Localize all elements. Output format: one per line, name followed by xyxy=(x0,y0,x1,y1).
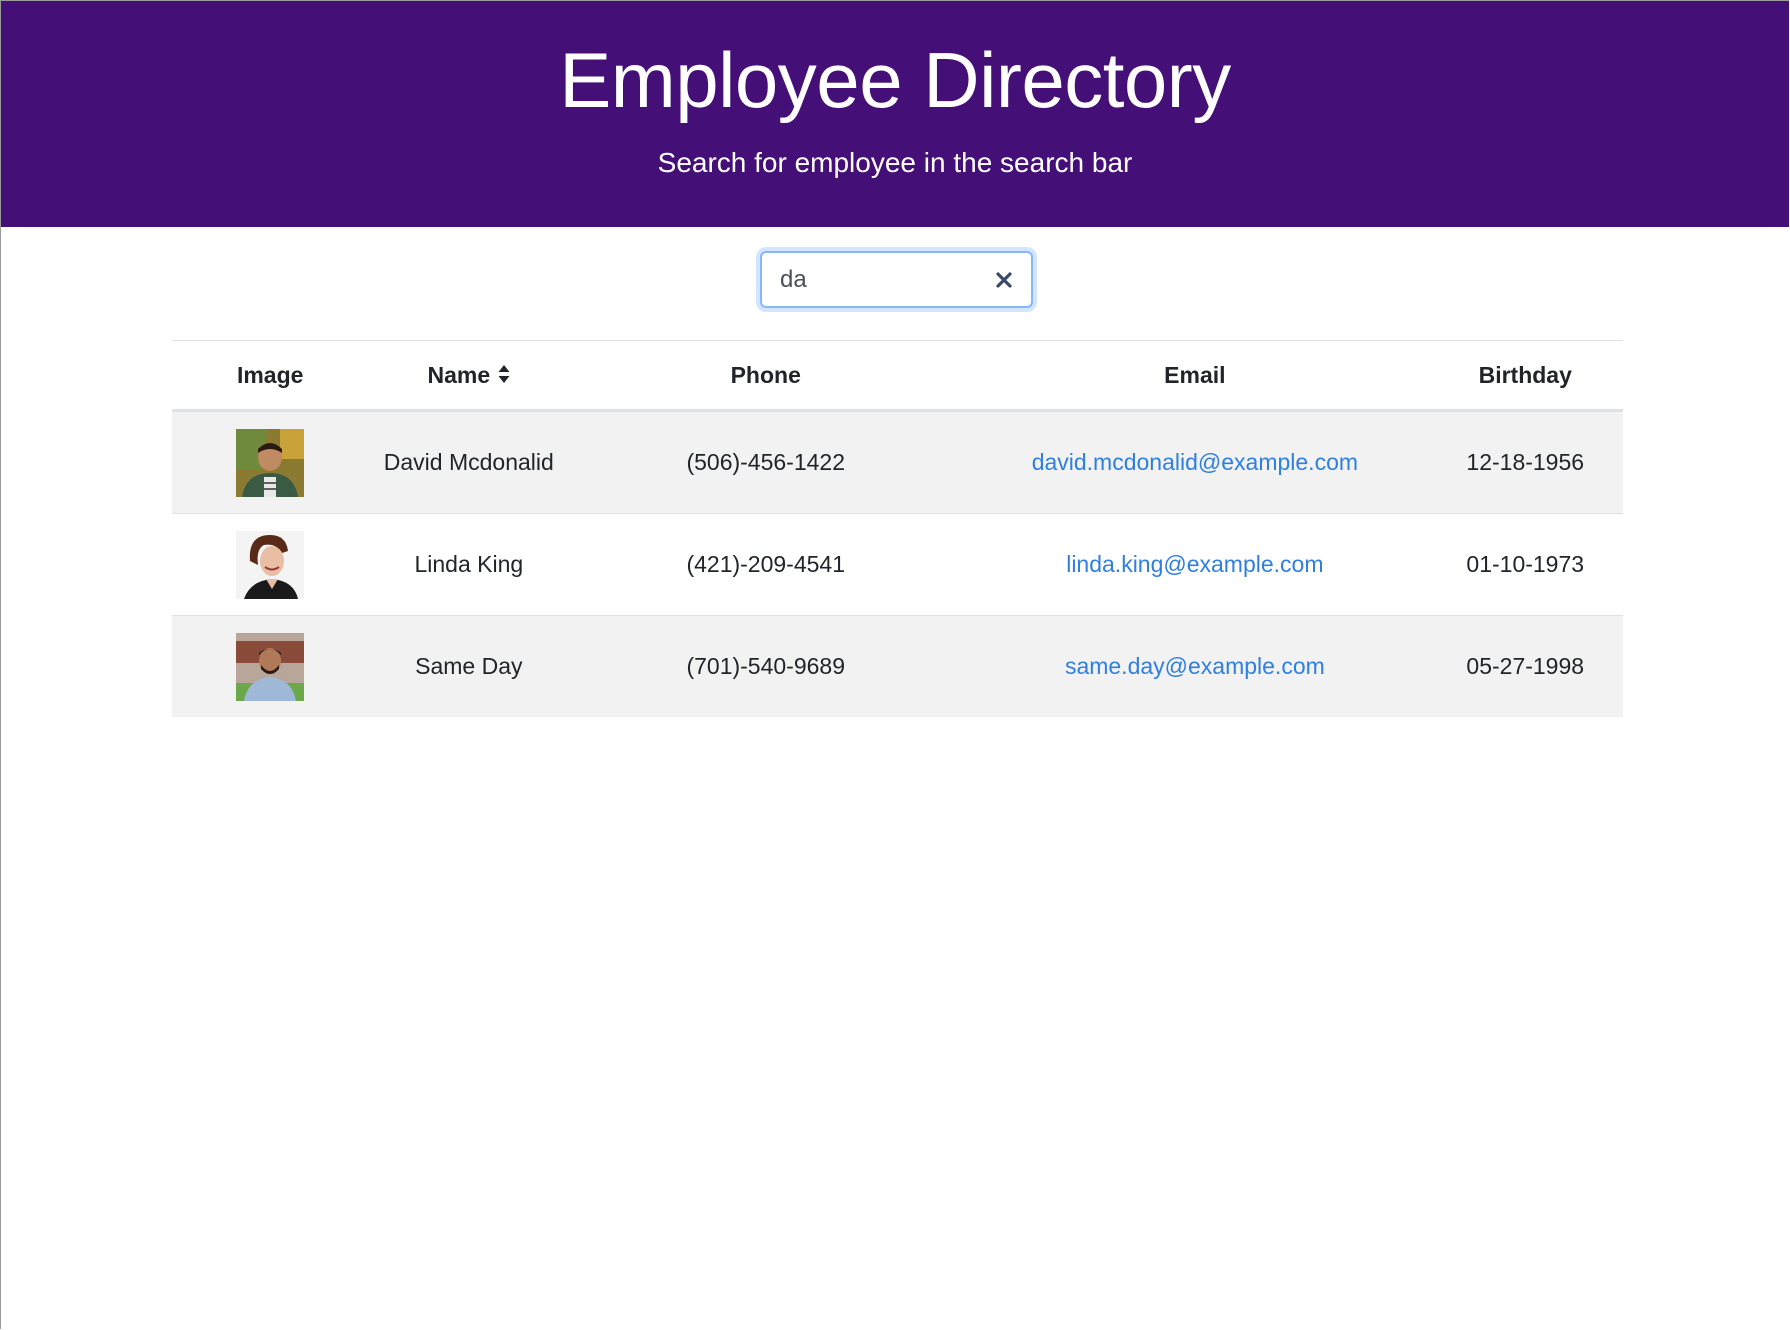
table-header: Image Name Phone Email Birthday xyxy=(172,340,1623,412)
table-header-row: Image Name Phone Email Birthday xyxy=(172,340,1623,412)
image-cell xyxy=(172,513,369,616)
name-cell: Same Day xyxy=(368,615,570,717)
employee-table: Image Name Phone Email Birthday David Mc… xyxy=(172,340,1623,717)
column-header-image: Image xyxy=(172,340,369,412)
phone-cell: (421)-209-4541 xyxy=(569,513,963,616)
column-header-name[interactable]: Name xyxy=(368,340,570,412)
phone-cell: (506)-456-1422 xyxy=(569,410,963,514)
email-cell: david.mcdonalid@example.com xyxy=(962,410,1428,514)
image-cell xyxy=(172,615,369,717)
table-row: Same Day (701)-540-9689 same.day@example… xyxy=(172,615,1623,717)
name-cell: Linda King xyxy=(368,513,570,616)
search-box xyxy=(760,251,1033,308)
page-subtitle: Search for employee in the search bar xyxy=(657,147,1133,178)
page-title: Employee Directory xyxy=(559,36,1231,124)
man-portrait-outdoors-icon xyxy=(236,428,305,497)
man-portrait-street-icon xyxy=(236,632,305,701)
image-cell xyxy=(172,410,369,514)
search-input[interactable] xyxy=(762,253,1031,306)
woman-portrait-icon xyxy=(236,530,305,599)
header-banner: Employee Directory Search for employee i… xyxy=(1,1,1789,227)
birthday-cell: 12-18-1956 xyxy=(1427,410,1623,514)
table-row: David Mcdonalid (506)-456-1422 david.mcd… xyxy=(172,410,1623,514)
employee-table-container: Image Name Phone Email Birthday David Mc… xyxy=(172,340,1623,717)
email-cell: same.day@example.com xyxy=(962,615,1428,717)
email-link[interactable]: same.day@example.com xyxy=(1065,653,1325,679)
page: Employee Directory Search for employee i… xyxy=(0,0,1789,1329)
column-header-birthday: Birthday xyxy=(1427,340,1623,412)
sort-icon[interactable] xyxy=(498,364,510,384)
phone-cell: (701)-540-9689 xyxy=(569,615,963,717)
table-body: David Mcdonalid (506)-456-1422 david.mcd… xyxy=(172,410,1623,717)
column-header-phone: Phone xyxy=(569,340,963,412)
clear-search-icon[interactable] xyxy=(995,271,1013,289)
email-link[interactable]: david.mcdonalid@example.com xyxy=(1032,449,1358,475)
table-row: Linda King (421)-209-4541 linda.king@exa… xyxy=(172,513,1623,616)
email-link[interactable]: linda.king@example.com xyxy=(1066,551,1323,577)
column-header-name-label: Name xyxy=(427,361,491,388)
birthday-cell: 01-10-1973 xyxy=(1427,513,1623,616)
email-cell: linda.king@example.com xyxy=(962,513,1428,616)
birthday-cell: 05-27-1998 xyxy=(1427,615,1623,717)
name-cell: David Mcdonalid xyxy=(368,410,570,514)
column-header-email: Email xyxy=(962,340,1428,412)
